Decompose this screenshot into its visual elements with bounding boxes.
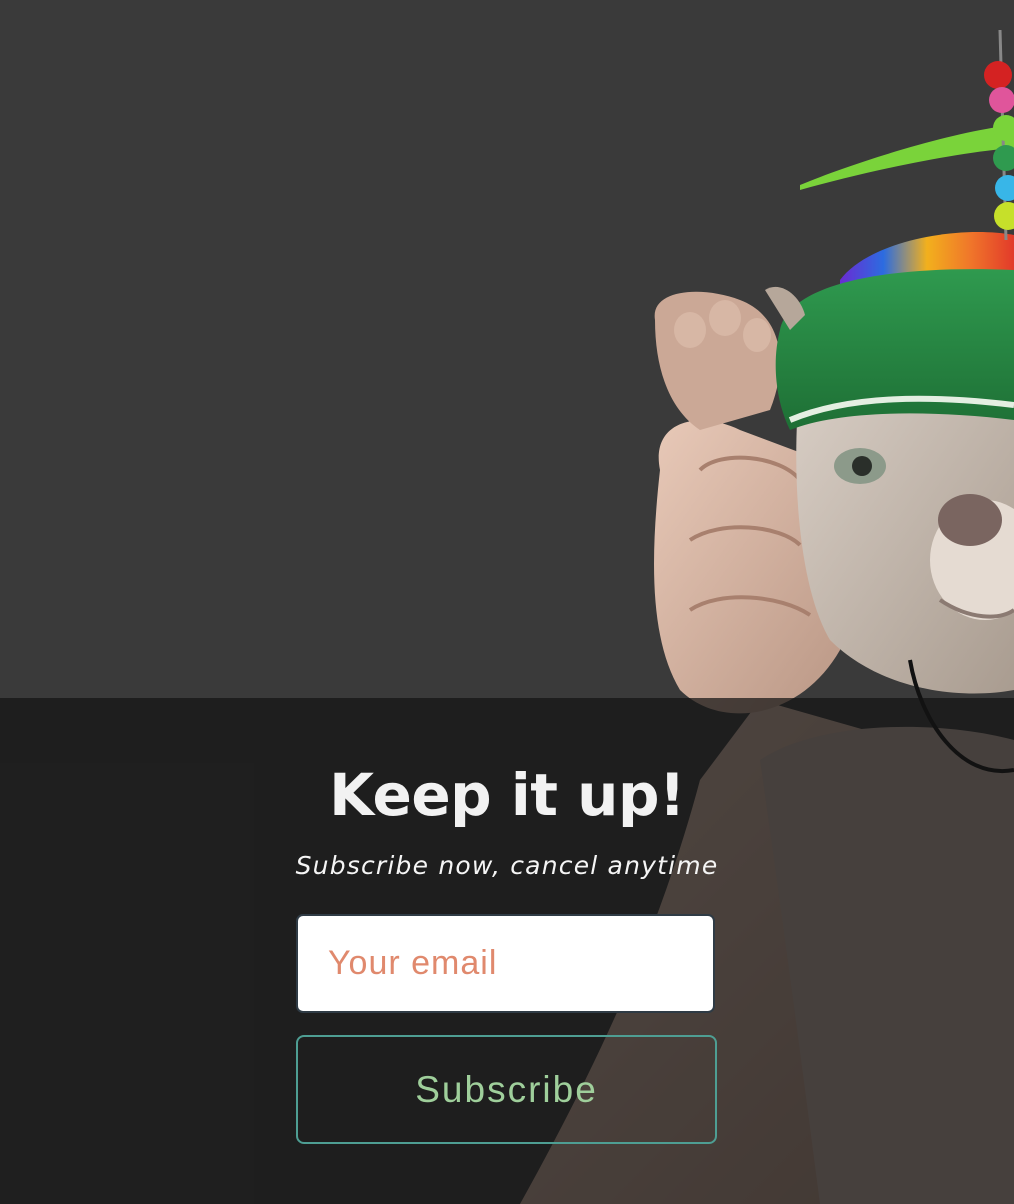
- subscribe-button[interactable]: Subscribe: [296, 1035, 717, 1144]
- signup-page: Keep it up! Subscribe now, cancel anytim…: [0, 0, 1014, 1204]
- signup-headline: Keep it up!: [329, 761, 685, 829]
- email-field[interactable]: [296, 914, 715, 1013]
- signup-panel: Keep it up! Subscribe now, cancel anytim…: [0, 698, 1014, 1204]
- signup-subheadline: Subscribe now, cancel anytime: [295, 851, 719, 880]
